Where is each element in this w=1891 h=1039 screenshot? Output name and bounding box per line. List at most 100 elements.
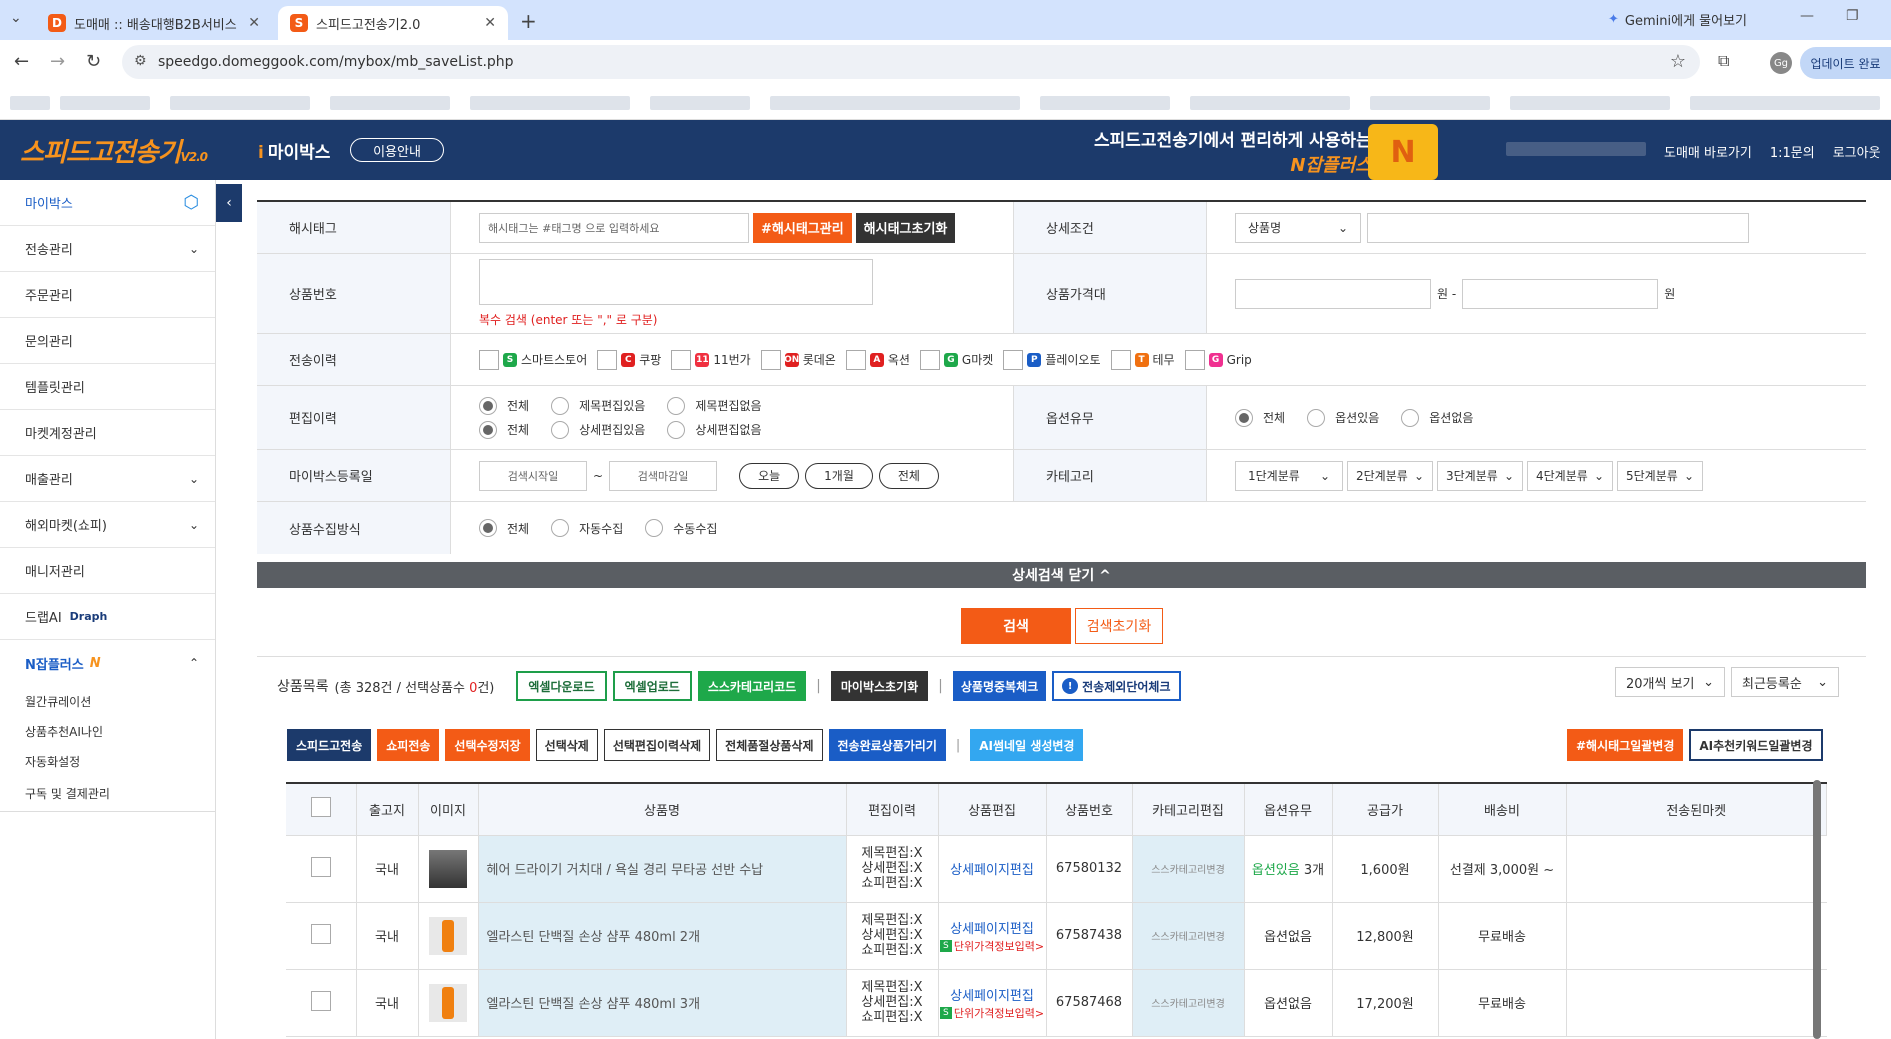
sidebar-item-orders[interactable]: 주문관리 — [0, 272, 215, 318]
market-checkbox[interactable] — [597, 349, 618, 370]
sidebar-item-templates[interactable]: 템플릿관리 — [0, 364, 215, 410]
market-checkbox-item[interactable]: G G마켓 — [919, 349, 993, 370]
action-button[interactable]: 선택수정저장 — [445, 729, 530, 761]
select-all-checkbox[interactable] — [310, 797, 331, 818]
product-name-cell[interactable]: 엘라스틴 단백질 손상 샴푸 480ml 2개 — [478, 902, 847, 970]
detail-condition-input[interactable] — [1367, 212, 1749, 243]
sidebar-item-njob-plus[interactable]: N잡플러스 N ⌃ — [0, 640, 215, 686]
product-number-link[interactable]: 67580132 — [1046, 835, 1133, 903]
hashtag-bulk-change-button[interactable]: #해시태그일괄변경 — [1567, 729, 1684, 761]
promo-banner[interactable]: 스피드고전송기에서 편리하게 사용하는 N잡플러스 — [1094, 126, 1372, 177]
market-checkbox[interactable] — [1184, 349, 1205, 370]
update-button[interactable]: 업데이트 완료 — [1800, 47, 1891, 79]
logout-link[interactable]: 로그아웃 — [1833, 142, 1881, 161]
new-tab-icon[interactable]: + — [520, 9, 537, 33]
duplicate-name-check-button[interactable]: 상품명중복체크 — [952, 671, 1047, 701]
category-change-link[interactable]: 스스카테고리변경 — [1132, 835, 1245, 903]
gemini-button[interactable]: ✦ Gemini에게 물어보기 — [1608, 10, 1747, 29]
extensions-icon[interactable]: ⧉ — [1718, 51, 1729, 71]
edit-detail-no-radio[interactable] — [667, 420, 686, 439]
category-2-select[interactable]: 2단계분류 ⌄ — [1347, 460, 1433, 491]
market-checkbox[interactable] — [845, 349, 866, 370]
ai-keyword-bulk-change-button[interactable]: AI추천키워드일괄변경 — [1689, 729, 1823, 761]
market-checkbox[interactable] — [760, 349, 781, 370]
product-name-cell[interactable]: 엘라스틴 단백질 손상 샴푸 480ml 3개 — [478, 969, 847, 1037]
option-all-radio[interactable] — [1235, 408, 1253, 427]
speedgo-logo[interactable]: 스피드고전송기V2.0 — [20, 132, 208, 169]
collect-auto-radio[interactable] — [551, 519, 570, 537]
sidebar-sub-monthly-curation[interactable]: 월간큐레이션 — [0, 686, 215, 716]
excel-upload-button[interactable]: 엑셀업로드 — [612, 671, 692, 701]
action-button[interactable]: 전체품절상품삭제 — [716, 729, 823, 761]
sidebar-item-mybox[interactable]: 마이박스 ⬡ — [0, 180, 215, 226]
action-button[interactable]: 선택삭제 — [535, 729, 598, 761]
hashtag-input[interactable]: 해시태그는 #태그명 으로 입력하세요 — [479, 212, 749, 243]
inquiry-link[interactable]: 1:1문의 — [1770, 142, 1815, 161]
forward-icon[interactable]: → — [50, 51, 65, 72]
product-number-link[interactable]: 67587438 — [1046, 902, 1133, 970]
mybox-reset-button[interactable]: 마이박스초기화 — [830, 671, 929, 701]
market-checkbox[interactable] — [671, 349, 692, 370]
minimize-icon[interactable]: — — [1800, 8, 1814, 24]
product-number-input[interactable] — [479, 259, 873, 305]
sidebar-item-overseas[interactable]: 해외마켓(쇼피) ⌄ — [0, 502, 215, 548]
reload-icon[interactable]: ↻ — [86, 51, 101, 72]
action-button[interactable]: AI썸네일 생성변경 — [970, 729, 1084, 761]
url-field[interactable]: ⚙ speedgo.domeggook.com/mybox/mb_saveLis… — [122, 45, 1700, 79]
sort-select[interactable]: 최근등록순 ⌄ — [1731, 667, 1839, 697]
product-thumbnail[interactable] — [429, 916, 467, 955]
close-detail-search-button[interactable]: 상세검색 닫기 ^ — [257, 562, 1866, 588]
sidebar-item-market-accounts[interactable]: 마켓계정관리 — [0, 410, 215, 456]
product-thumbnail[interactable] — [429, 983, 467, 1022]
row-checkbox[interactable] — [310, 923, 331, 944]
column-header[interactable] — [286, 782, 357, 836]
hashtag-reset-button[interactable]: 해시태그초기화 — [855, 212, 956, 243]
detail-page-edit-link[interactable]: 상세페이지편집 — [939, 859, 1046, 878]
market-checkbox-item[interactable]: 11 11번가 — [671, 349, 751, 370]
category-4-select[interactable]: 4단계분류 ⌄ — [1527, 460, 1613, 491]
edit-detail-all-radio[interactable] — [479, 420, 497, 439]
market-checkbox[interactable] — [919, 349, 940, 370]
profile-avatar[interactable]: Gg — [1770, 52, 1792, 74]
tab-search-icon[interactable]: ⌄ — [10, 10, 22, 26]
row-checkbox[interactable] — [310, 990, 331, 1011]
sidebar-item-managers[interactable]: 매니저관리 — [0, 548, 215, 594]
unit-price-link[interactable]: S 단위가격정보입력> — [939, 938, 1044, 954]
detail-page-edit-link[interactable]: 상세페이지편집 — [939, 985, 1046, 1004]
sidebar-sub-automation[interactable]: 자동화설정 — [0, 746, 215, 776]
date-today-button[interactable]: 오늘 — [739, 462, 800, 489]
product-thumbnail[interactable] — [429, 849, 467, 888]
price-min-input[interactable] — [1235, 278, 1431, 309]
detail-page-edit-link[interactable]: 상세페이지편집 — [939, 918, 1046, 937]
per-page-select[interactable]: 20개씩 보기 ⌄ — [1615, 667, 1725, 697]
scrollbar[interactable] — [1813, 780, 1821, 1039]
back-icon[interactable]: ← — [14, 51, 29, 72]
category-5-select[interactable]: 5단계분류 ⌄ — [1617, 460, 1703, 491]
edit-title-yes-radio[interactable] — [551, 396, 570, 415]
sidebar-item-transmit[interactable]: 전송관리 ⌄ — [0, 226, 215, 272]
date-1month-button[interactable]: 1개월 — [805, 462, 873, 489]
market-checkbox-item[interactable]: A 옥션 — [845, 349, 910, 370]
edit-detail-yes-radio[interactable] — [551, 420, 570, 439]
search-button[interactable]: 검색 — [961, 608, 1071, 644]
domemae-link[interactable]: 도매매 바로가기 — [1664, 142, 1752, 161]
market-checkbox[interactable] — [1110, 349, 1131, 370]
product-number-link[interactable]: 67587468 — [1046, 969, 1133, 1037]
collect-all-radio[interactable] — [479, 519, 497, 537]
market-checkbox-item[interactable]: T 테무 — [1110, 349, 1175, 370]
sidebar-sub-ai-nine[interactable]: 상품추천AI나인 — [0, 716, 215, 746]
site-info-icon[interactable]: ⚙ — [134, 53, 147, 69]
action-button[interactable]: 선택편집이력삭제 — [603, 729, 711, 761]
njob-plus-logo-icon[interactable]: N — [1368, 124, 1438, 180]
excel-download-button[interactable]: 엑셀다운로드 — [516, 671, 607, 701]
sidebar-collapse-button[interactable]: ‹ — [216, 184, 242, 222]
action-button[interactable]: 스피드고전송 — [287, 729, 372, 761]
option-yes-radio[interactable] — [1307, 408, 1326, 427]
collect-manual-radio[interactable] — [645, 519, 664, 537]
market-checkbox-item[interactable]: S 스마트스토어 — [479, 349, 587, 370]
sidebar-item-inquiry[interactable]: 문의관리 — [0, 318, 215, 364]
market-checkbox[interactable] — [479, 349, 499, 370]
edit-title-all-radio[interactable] — [479, 396, 497, 415]
option-no-radio[interactable] — [1401, 408, 1420, 427]
category-3-select[interactable]: 3단계분류 ⌄ — [1437, 460, 1523, 491]
